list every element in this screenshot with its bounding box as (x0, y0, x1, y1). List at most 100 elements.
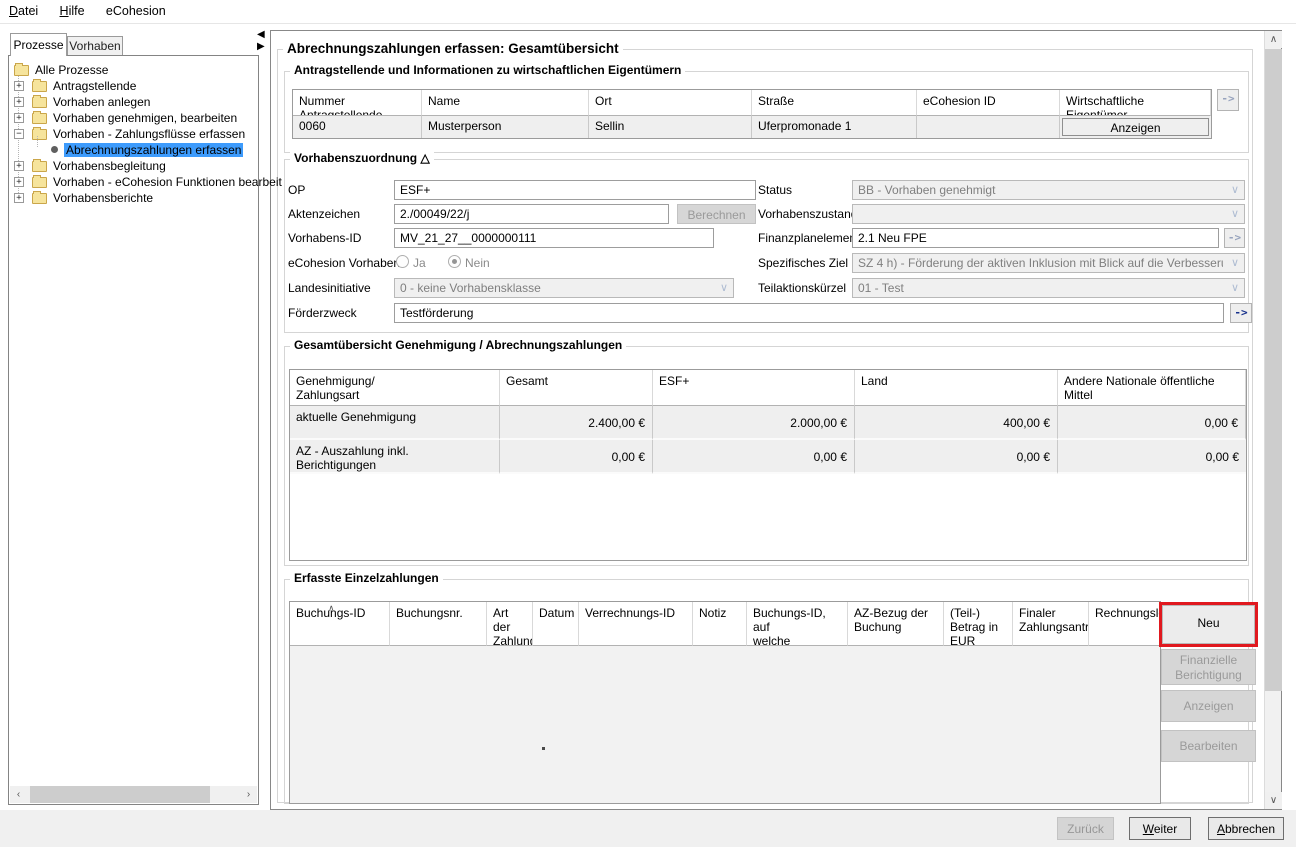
column-header[interactable]: Buchungs-ID, auf welche die Buch (747, 602, 848, 646)
tree-item-alle-prozesse[interactable]: Alle Prozesse (9, 62, 258, 78)
tree-item-vorhabensberichte[interactable]: + Vorhabensberichte (9, 190, 258, 206)
tab-vorhaben[interactable]: Vorhaben (67, 36, 123, 56)
radio-ja[interactable] (396, 255, 409, 268)
tab-prozesse[interactable]: Prozesse (10, 33, 67, 56)
column-header[interactable]: ESF+ (653, 370, 855, 406)
foerderzweck-arrow-button[interactable]: -> (1230, 303, 1252, 323)
menu-hilfe[interactable]: Hilfe (51, 0, 94, 21)
neu-button[interactable]: Neu (1162, 605, 1255, 644)
column-header[interactable]: Finaler Zahlungsantra (1013, 602, 1089, 646)
splitter-expand-right-icon[interactable]: ▶ (257, 41, 265, 52)
column-header[interactable]: Datum (533, 602, 579, 646)
spezifisches-ziel-select[interactable]: SZ 4 h) - Förderung der aktiven Inklusio… (852, 253, 1245, 273)
folder-icon (32, 161, 47, 172)
landesinitiative-select[interactable]: 0 - keine Vorhabensklasse (394, 278, 734, 298)
cell-andere: 0,00 € (1058, 406, 1246, 440)
scroll-up-icon[interactable]: ∧ (1265, 31, 1282, 48)
anzeigen-eigentuemer-button[interactable]: Anzeigen (1062, 118, 1209, 136)
applicants-table: Nummer Antragstellende Name Ort Straße e… (292, 89, 1212, 139)
scrollbar-thumb[interactable] (30, 786, 210, 803)
column-header[interactable]: Notiz (693, 602, 747, 646)
menu-ecohesion[interactable]: eCohesion (97, 0, 175, 21)
expand-plus-icon[interactable]: + (14, 193, 24, 203)
zurueck-button[interactable]: Zurück (1057, 817, 1114, 840)
tree-item-vorhabensbegleitung[interactable]: + Vorhabensbegleitung (9, 158, 258, 174)
column-header[interactable]: Wirtschaftliche Eigentümer (1060, 90, 1211, 116)
applicants-detail-arrow-button[interactable]: -> (1217, 89, 1239, 111)
folder-icon (32, 193, 47, 204)
status-select[interactable]: BB - Vorhaben genehmigt (852, 180, 1245, 200)
column-header[interactable]: Land (855, 370, 1058, 406)
expand-plus-icon[interactable]: + (14, 97, 24, 107)
scroll-right-icon[interactable]: › (240, 786, 257, 803)
expand-plus-icon[interactable]: + (14, 113, 24, 123)
op-field[interactable]: ESF+ (394, 180, 756, 200)
table-cell-name: Musterperson (422, 116, 589, 138)
teilaktionskuerzel-select[interactable]: 01 - Test (852, 278, 1245, 298)
table-cell-ecohesion-id (917, 116, 1060, 138)
column-header[interactable]: eCohesion ID (917, 90, 1060, 116)
aktenzeichen-field[interactable]: 2./00049/22/j (394, 204, 669, 224)
column-header[interactable]: Rechnungsle (1089, 602, 1161, 646)
groupbox-einzelzahlungen-title: Erfasste Einzelzahlungen (290, 571, 443, 585)
column-header[interactable]: Buchungsnr. (390, 602, 487, 646)
scrollbar-thumb[interactable] (1265, 49, 1282, 691)
column-header[interactable]: Art der Zahlung (487, 602, 533, 646)
abbrechen-button[interactable]: Abbrechen (1208, 817, 1284, 840)
column-header[interactable]: (Teil-) Betrag in EUR (944, 602, 1013, 646)
bearbeiten-button[interactable]: Bearbeiten (1161, 730, 1256, 762)
menu-datei[interactable]: Datei (0, 0, 47, 21)
main-content-frame: Abrechnungszahlungen erfassen: Gesamtübe… (270, 30, 1282, 810)
tree-item-abrechnungszahlungen[interactable]: Abrechnungszahlungen erfassen (9, 142, 258, 158)
tree-horizontal-scrollbar[interactable]: ‹ › (10, 786, 257, 803)
expand-plus-icon[interactable]: + (14, 81, 24, 91)
tree-item-vorhaben-anlegen[interactable]: + Vorhaben anlegen (9, 94, 258, 110)
column-header[interactable]: AZ-Bezug der Buchung (848, 602, 944, 646)
row-label: AZ - Auszahlung inkl. Berichtigungen (290, 440, 500, 474)
sort-ascending-icon: ∧ (328, 602, 335, 615)
cell-esf: 2.000,00 € (653, 406, 855, 440)
vorhabens-id-field[interactable]: MV_21_27__0000000111 (394, 228, 714, 248)
tree-item-ecohesion-funktionen[interactable]: + Vorhaben - eCohesion Funktionen bearbe… (9, 174, 258, 190)
radio-nein[interactable] (448, 255, 461, 268)
foerderzweck-field[interactable]: Testförderung (394, 303, 1224, 323)
finanzielle-berichtigung-button[interactable]: Finanzielle Berichtigung (1161, 649, 1256, 685)
scroll-down-icon[interactable]: ∨ (1265, 792, 1282, 809)
page-title: Abrechnungszahlungen erfassen: Gesamtübe… (283, 41, 623, 56)
column-header[interactable]: Straße (752, 90, 917, 116)
scroll-left-icon[interactable]: ‹ (10, 786, 27, 803)
anzeigen-button[interactable]: Anzeigen (1161, 690, 1256, 722)
column-header-sorted[interactable]: ∧Buchungs-ID (290, 602, 390, 646)
groupbox-antragstellende-title: Antragstellende und Informationen zu wir… (290, 63, 685, 77)
vorhabens-id-label: Vorhabens-ID (288, 231, 361, 245)
splitter-collapse-left-icon[interactable]: ◀ (257, 29, 265, 40)
column-header[interactable]: Gesamt (500, 370, 653, 406)
table-cell-ort: Sellin (589, 116, 752, 138)
footer-bar: Zurück Weiter Abbrechen (0, 810, 1296, 847)
vorhabenszustand-select[interactable] (852, 204, 1245, 224)
row-label: aktuelle Genehmigung (290, 406, 500, 440)
weiter-button[interactable]: Weiter (1129, 817, 1191, 840)
berechnen-button[interactable]: Berechnen (677, 204, 756, 224)
column-header[interactable]: Verrechnungs-ID (579, 602, 693, 646)
teilaktionskuerzel-label: Teilaktionskürzel (758, 281, 846, 295)
cell-land: 400,00 € (855, 406, 1058, 440)
main-vertical-scrollbar[interactable]: ∧ ∨ (1264, 31, 1281, 809)
table-cell-strasse: Uferpromonade 1 (752, 116, 917, 138)
column-header[interactable]: Nummer Antragstellende (293, 90, 422, 116)
expand-plus-icon[interactable]: + (14, 161, 24, 171)
vorhabenszustand-label: Vorhabenszustand (758, 207, 857, 221)
tree-item-zahlungsfluesse[interactable]: − Vorhaben - Zahlungsflüsse erfassen (9, 126, 258, 142)
finanzplanelement-arrow-button[interactable]: -> (1224, 228, 1245, 248)
column-header[interactable]: Genehmigung/ Zahlungsart (290, 370, 500, 406)
folder-icon (32, 129, 47, 140)
tree-item-vorhaben-genehmigen[interactable]: + Vorhaben genehmigen, bearbeiten (9, 110, 258, 126)
expand-plus-icon[interactable]: + (14, 177, 24, 187)
tree-item-antragstellende[interactable]: + Antragstellende (9, 78, 258, 94)
column-header[interactable]: Andere Nationale öffentliche Mittel (1058, 370, 1246, 406)
column-header[interactable]: Name (422, 90, 589, 116)
table-cell-eigentuemer: Anzeigen (1060, 116, 1211, 138)
column-header[interactable]: Ort (589, 90, 752, 116)
finanzplanelement-field[interactable]: 2.1 Neu FPE (852, 228, 1219, 248)
expand-minus-icon[interactable]: − (14, 129, 24, 139)
